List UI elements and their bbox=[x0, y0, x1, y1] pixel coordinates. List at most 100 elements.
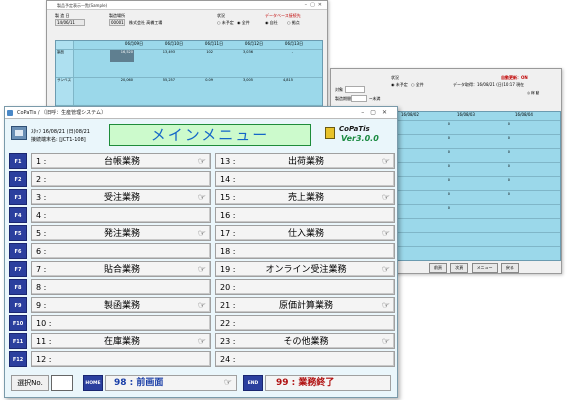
fkey-f2[interactable]: F2 bbox=[9, 171, 27, 187]
menu-item-19[interactable]: 19 : オンライン受注業務 ☞ bbox=[215, 261, 395, 277]
pointing-hand-icon: ☞ bbox=[197, 337, 206, 347]
menu-item-4[interactable]: 4 : bbox=[31, 207, 211, 223]
menu-item-9[interactable]: 9 : 製函業務 ☞ bbox=[31, 297, 211, 313]
menu-item-16[interactable]: 16 : bbox=[215, 207, 395, 223]
data-time-label: データ取得：16/08/21 (日)10:17 現在 bbox=[453, 82, 525, 87]
schedule-col-header: 06月12日 bbox=[244, 41, 264, 46]
select-number-input[interactable] bbox=[51, 375, 73, 391]
fkey-f3[interactable]: F3 bbox=[9, 189, 27, 205]
target-field[interactable] bbox=[345, 86, 365, 93]
main-window-titlebar[interactable]: CoPaTis / 〔旧呼：生産管理システム〕 –▢✕ bbox=[5, 107, 397, 119]
menu-item-8[interactable]: 8 : bbox=[31, 279, 211, 295]
schedule-radio-all[interactable]: ◉ 全件 bbox=[237, 20, 250, 26]
schedule-cell: 55,257 bbox=[162, 78, 175, 82]
menu-item-22[interactable]: 22 : bbox=[215, 315, 395, 331]
schedule-cell: 3,036 bbox=[242, 50, 253, 54]
production-opt-all[interactable]: ○ 全件 bbox=[411, 82, 424, 88]
menu-item-label: その他業務 bbox=[283, 337, 329, 347]
menu-item-6[interactable]: 6 : bbox=[31, 243, 211, 259]
fkey-f1[interactable]: F1 bbox=[9, 153, 27, 169]
fkey-f11[interactable]: F11 bbox=[9, 333, 27, 349]
menu-item-24[interactable]: 24 : bbox=[215, 351, 395, 367]
period-suffix: ~未満 bbox=[369, 96, 381, 101]
menu-item-number: 4 : bbox=[36, 211, 47, 220]
schedule-db-branch[interactable]: ○ 拠点 bbox=[287, 20, 300, 26]
window-controls-icon[interactable]: –▢✕ bbox=[361, 107, 393, 119]
schedule-date-field[interactable]: 14/06/11 bbox=[55, 19, 85, 26]
menu-grid: F1 1 : 台帳業務 ☞ 13 : 出荷業務 ☞ F2 2 : 14 : F3 3 :… bbox=[9, 151, 395, 367]
menu-item-number: 18 : bbox=[220, 247, 236, 256]
menu-item-23[interactable]: 23 : その他業務 ☞ bbox=[215, 333, 395, 349]
production-date-header: 16/08/03 bbox=[457, 112, 475, 117]
menu-item-label: 受注業務 bbox=[103, 193, 140, 203]
schedule-cell: 0.09 bbox=[205, 78, 213, 82]
terminal-info-line: 接続端末名: [JCT1-108] bbox=[31, 137, 86, 143]
fkey-f10[interactable]: F10 bbox=[9, 315, 27, 331]
schedule-row[interactable]: 製品 16,520 13,493 102 3,036 - bbox=[56, 49, 322, 62]
production-menu-button[interactable]: メニュー bbox=[471, 263, 498, 273]
menu-item-1[interactable]: 1 : 台帳業務 ☞ bbox=[31, 153, 211, 169]
fkey-f6[interactable]: F6 bbox=[9, 243, 27, 259]
menu-item-15[interactable]: 15 : 売上業務 ☞ bbox=[215, 189, 395, 205]
fkey-f7[interactable]: F7 bbox=[9, 261, 27, 277]
production-opt-all-label: 全件 bbox=[415, 82, 424, 87]
menu-item-21[interactable]: 21 : 原価計算業務 ☞ bbox=[215, 297, 395, 313]
pointing-hand-icon: ☞ bbox=[381, 301, 390, 311]
menu-item-number: 15 : bbox=[220, 193, 236, 202]
menu-item-12[interactable]: 12 : bbox=[31, 351, 211, 367]
menu-item-5[interactable]: 5 : 発注業務 ☞ bbox=[31, 225, 211, 241]
schedule-maker-code-field[interactable]: 00001 bbox=[109, 19, 125, 26]
menu-item-14[interactable]: 14 : bbox=[215, 171, 395, 187]
menu-item-number: 21 : bbox=[220, 301, 236, 310]
fkey-f8[interactable]: F8 bbox=[9, 279, 27, 295]
fkey-end[interactable]: END bbox=[243, 375, 263, 391]
pointing-hand-icon: ☞ bbox=[381, 337, 390, 347]
menu-item-11[interactable]: 11 : 在庫業務 ☞ bbox=[31, 333, 211, 349]
menu-item-2[interactable]: 2 : bbox=[31, 171, 211, 187]
desktop: 製品予定表示一覧(Sample) –▢✕ 製 造 日 14/06/11 製造場所… bbox=[0, 0, 568, 400]
production-cell: 0 bbox=[507, 136, 510, 140]
fkey-f5[interactable]: F5 bbox=[9, 225, 27, 241]
window-controls-icon[interactable]: –▢✕ bbox=[305, 2, 325, 8]
menu-item-18[interactable]: 18 : bbox=[215, 243, 395, 259]
menu-item-7[interactable]: 7 : 貼合業務 ☞ bbox=[31, 261, 211, 277]
production-opt-unplanned[interactable]: ◉ 未予定 bbox=[391, 82, 408, 88]
menu-row: F5 5 : 発注業務 ☞ 17 : 仕入業務 ☞ bbox=[9, 225, 395, 241]
menu-item-17[interactable]: 17 : 仕入業務 ☞ bbox=[215, 225, 395, 241]
production-next-button[interactable]: 次頁 bbox=[450, 263, 469, 273]
box-icon bbox=[325, 127, 335, 139]
fkey-f4[interactable]: F4 bbox=[9, 207, 27, 223]
production-prev-button[interactable]: 前頁 bbox=[429, 263, 447, 273]
exit-button[interactable]: 99 : 業務終了 bbox=[265, 375, 391, 391]
pointing-hand-icon: ☞ bbox=[197, 193, 206, 203]
schedule-db-label: データベース接続先 bbox=[265, 13, 301, 18]
previous-screen-button[interactable]: 98 : 前画面 ☞ bbox=[105, 375, 237, 391]
fkey-home[interactable]: HOME bbox=[83, 375, 103, 391]
menu-row: F11 11 : 在庫業務 ☞ 23 : その他業務 ☞ bbox=[9, 333, 395, 349]
menu-row: F2 2 : 14 : bbox=[9, 171, 395, 187]
menu-row: F8 8 : 20 : bbox=[9, 279, 395, 295]
schedule-window-titlebar[interactable]: 製品予定表示一覧(Sample) –▢✕ bbox=[47, 1, 327, 10]
menu-item-label: 製函業務 bbox=[103, 301, 140, 311]
menu-item-13[interactable]: 13 : 出荷業務 ☞ bbox=[215, 153, 395, 169]
schedule-radio-unplanned[interactable]: ○ 未予定 bbox=[217, 20, 234, 26]
menu-row: F10 10 : 22 : bbox=[9, 315, 395, 331]
menu-item-number: 1 : bbox=[36, 157, 47, 166]
production-back-button[interactable]: 戻る bbox=[500, 263, 519, 273]
schedule-cell: 102 bbox=[206, 50, 213, 54]
menu-item-20[interactable]: 20 : bbox=[215, 279, 395, 295]
production-cell: 0 bbox=[507, 122, 510, 126]
schedule-col-header: 06月10日 bbox=[164, 41, 184, 46]
menu-item-10[interactable]: 10 : bbox=[31, 315, 211, 331]
menu-item-number: 11 : bbox=[36, 337, 52, 346]
schedule-col-header: 06月09日 bbox=[124, 41, 144, 46]
menu-item-3[interactable]: 3 : 受注業務 ☞ bbox=[31, 189, 211, 205]
schedule-db-self[interactable]: ◉ 自社 bbox=[265, 20, 278, 26]
period-label: 製造期間 bbox=[335, 96, 351, 101]
period-field[interactable] bbox=[351, 95, 367, 102]
fkey-f9[interactable]: F9 bbox=[9, 297, 27, 313]
main-menu-window[interactable]: CoPaTis / 〔旧呼：生産管理システム〕 –▢✕ ｽﾀｯﾌ 16/08/2… bbox=[4, 106, 398, 398]
schedule-row[interactable]: サンベス 20,060 55,257 0.09 3,005 4,815 bbox=[56, 77, 322, 89]
fkey-f12[interactable]: F12 bbox=[9, 351, 27, 367]
menu-item-number: 14 : bbox=[220, 175, 236, 184]
